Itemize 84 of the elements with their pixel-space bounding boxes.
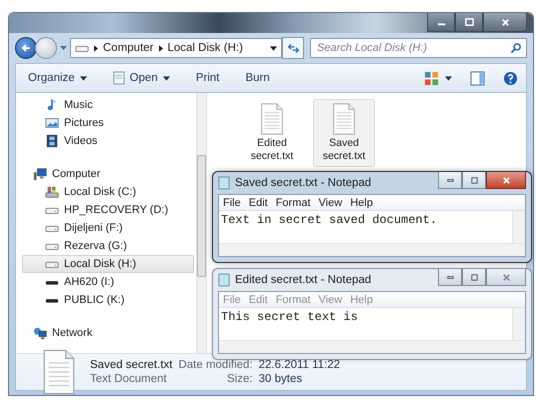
detail-value: 30 bytes — [258, 373, 304, 385]
view-options-icon — [424, 70, 439, 86]
nav-item[interactable]: Rezerva (G:) — [22, 237, 194, 255]
refresh-icon — [286, 42, 300, 54]
back-arrow-icon — [20, 42, 32, 54]
caret-icon — [80, 76, 87, 80]
nav-item[interactable]: HP_RECOVERY (D:) — [22, 201, 194, 219]
maximize-icon — [464, 18, 474, 26]
network-icon — [33, 326, 47, 340]
notepad-icon — [112, 71, 125, 85]
minimize-button[interactable] — [427, 13, 455, 32]
nav-item[interactable]: Computer — [22, 165, 194, 183]
maximize-icon — [470, 272, 478, 282]
text-file-tile[interactable]: Saved secret.txt — [313, 99, 375, 167]
breadcrumb[interactable]: Local Disk (H:) — [168, 42, 243, 54]
nav-item[interactable]: Pictures — [22, 114, 194, 132]
film-icon — [45, 134, 59, 148]
breadcrumb-arrow-icon[interactable] — [158, 44, 162, 52]
nav-item[interactable]: Local Disk (C:) — [22, 183, 194, 201]
window-title: Edited secret.txt - Notepad — [235, 274, 372, 286]
maximize-button[interactable] — [455, 13, 483, 32]
menu-item[interactable]: Edit — [248, 196, 268, 208]
picture-icon — [45, 116, 59, 130]
scrollbar-thumb[interactable] — [197, 155, 206, 277]
file-name: Saved secret.txt — [90, 359, 172, 371]
menu-item[interactable]: Help — [350, 196, 373, 208]
nav-item[interactable]: Network — [22, 324, 194, 342]
menu-item[interactable]: File — [223, 196, 241, 208]
text-editor[interactable]: Text in secret saved document. — [219, 211, 512, 243]
toolbar-button[interactable]: Print — [196, 72, 220, 84]
preview-pane-button[interactable] — [470, 70, 485, 86]
detail-value: 22.6.2011 11:22 — [258, 359, 340, 371]
help-button[interactable] — [503, 70, 518, 86]
scrollbar[interactable] — [512, 308, 525, 340]
scrollbar[interactable] — [219, 340, 525, 353]
refresh-button[interactable] — [282, 37, 304, 59]
close-icon — [500, 18, 510, 26]
notepad-icon — [218, 273, 230, 287]
menu-item[interactable]: View — [318, 196, 342, 208]
notepad-icon — [218, 176, 230, 190]
toolbar-button[interactable]: Open — [112, 71, 170, 85]
help-icon — [503, 70, 518, 86]
close-button[interactable] — [483, 13, 527, 32]
minimize-button[interactable] — [438, 172, 462, 189]
window-title: Saved secret.txt - Notepad — [235, 177, 372, 189]
view-button[interactable] — [424, 70, 452, 86]
scrollbar[interactable] — [196, 93, 206, 353]
scrollbar[interactable] — [512, 211, 525, 243]
dropdown-caret-icon[interactable] — [270, 46, 277, 50]
nav-item[interactable]: Local Disk (H:) — [22, 255, 194, 273]
scrollbar[interactable] — [219, 243, 525, 256]
detail-label: Date modified: — [178, 359, 253, 371]
minimize-button[interactable] — [438, 269, 462, 286]
back-button[interactable] — [15, 37, 37, 59]
address-bar[interactable]: Computer Local Disk (H:) — [70, 38, 282, 58]
maximize-icon — [470, 176, 478, 184]
text-editor[interactable]: This secret text is — [219, 308, 512, 340]
caret-icon — [162, 76, 170, 80]
toolbar-button[interactable]: Organize — [28, 72, 87, 84]
nav-item[interactable]: Music — [22, 96, 194, 114]
text-file-tile[interactable]: Edited secret.txt — [241, 99, 303, 167]
computer-icon — [33, 167, 47, 181]
text-file-icon — [260, 103, 284, 135]
close-icon — [502, 176, 510, 184]
menu-item[interactable]: Format — [276, 196, 311, 208]
nav-item[interactable]: Dijeljeni (F:) — [22, 219, 194, 237]
breadcrumb[interactable]: Computer — [103, 42, 154, 54]
nav-item[interactable]: AH620 (I:) — [22, 273, 194, 291]
detail-label: Size: — [226, 373, 253, 385]
maximize-button[interactable] — [462, 172, 486, 189]
toolbar-button[interactable]: Burn — [245, 72, 270, 84]
nav-item[interactable]: Videos — [22, 132, 194, 150]
file-type: Text Document — [90, 373, 168, 385]
breadcrumb-arrow-icon[interactable] — [94, 44, 98, 52]
close-button[interactable] — [486, 172, 526, 189]
nav-item[interactable]: PUBLIC (K:) — [22, 291, 194, 309]
search-icon — [510, 42, 522, 54]
caret-icon — [445, 76, 452, 80]
preview-pane-icon — [470, 70, 485, 86]
maximize-button[interactable] — [462, 269, 486, 286]
close-icon — [502, 272, 510, 282]
text-file-icon — [332, 103, 356, 135]
drive-icon — [45, 185, 59, 199]
search-field[interactable]: Search Local Disk (H:) — [310, 38, 527, 58]
